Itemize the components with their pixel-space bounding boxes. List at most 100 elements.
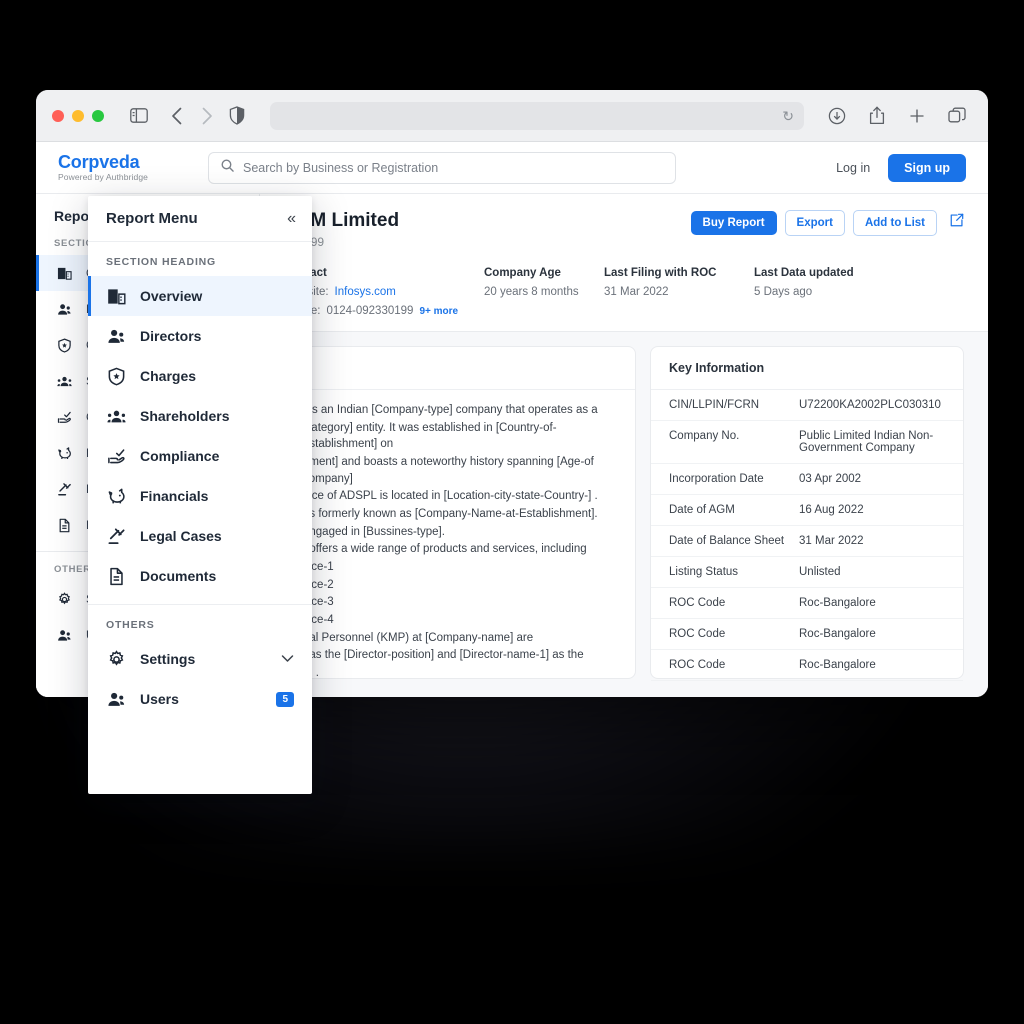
menu-item-compliance[interactable]: Compliance	[88, 436, 312, 476]
menu-item-settings[interactable]: Settings	[88, 639, 312, 679]
report-menu-section-label: SECTION HEADING	[106, 256, 217, 268]
toolbar-right-icons	[822, 101, 972, 131]
more-contacts-link[interactable]: 9+ more	[419, 306, 458, 317]
contact-phone-row: Phone: 0124-092330199 9+ more	[284, 305, 484, 317]
external-share-icon[interactable]	[949, 213, 964, 233]
description-line: Category] entity. It was established in …	[303, 421, 557, 451]
reload-icon[interactable]: ↻	[782, 109, 794, 123]
minimize-button[interactable]	[72, 109, 84, 122]
chevron-down-icon[interactable]	[281, 652, 294, 666]
tab-overview-icon[interactable]	[942, 101, 972, 131]
shield-star-icon	[106, 366, 126, 386]
hand-check-icon	[106, 446, 126, 466]
maximize-button[interactable]	[92, 109, 104, 122]
brand-tagline: Powered by Authbridge	[58, 172, 148, 183]
company-facts: Contact Website: Infosys.com Phone: 0124…	[284, 267, 964, 317]
row-value: Roc-Bangalore	[799, 659, 876, 671]
description-line: n] .	[303, 667, 319, 680]
description-line: ] as the [Director-position] and [Direct…	[303, 649, 584, 662]
new-tab-icon[interactable]	[902, 101, 932, 131]
back-icon[interactable]	[162, 101, 192, 131]
window-traffic-lights[interactable]	[52, 109, 104, 122]
header-actions: Log in Sign up	[836, 153, 966, 182]
sidebar-toggle-icon[interactable]	[124, 101, 154, 131]
forward-icon[interactable]	[192, 101, 222, 131]
menu-item-charges[interactable]: Charges	[88, 356, 312, 396]
collapse-menu-button[interactable]: «	[287, 210, 296, 227]
description-line: vice-2	[303, 578, 334, 591]
phone-value: 0124-092330199	[326, 305, 414, 317]
fact-value: 5 Days ago	[754, 286, 813, 298]
fact-label: Company Age	[484, 267, 561, 279]
logo[interactable]: Corpveda Powered by Authbridge	[58, 152, 208, 183]
fact-value: 31 Mar 2022	[604, 286, 669, 298]
document-icon	[106, 566, 126, 586]
menu-item-overview[interactable]: Overview	[88, 276, 312, 316]
search-input[interactable]: Search by Business or Registration	[208, 151, 676, 184]
table-row: ROC Code Roc-Bangalore	[651, 619, 963, 650]
company-summary-card: BPM Limited 787899 Buy Report Export Add…	[260, 194, 988, 332]
building-icon	[106, 286, 126, 306]
menu-item-documents[interactable]: Documents	[88, 556, 312, 596]
download-icon[interactable]	[822, 101, 852, 131]
fact-label: Last Data updated	[754, 267, 854, 279]
table-row: Date of AGM 16 Aug 2022	[651, 495, 963, 526]
shield-star-icon	[54, 335, 74, 355]
report-menu-popover: Report Menu « SECTION HEADING Overview D…	[88, 196, 312, 794]
row-key: Date of Balance Sheet	[669, 535, 785, 547]
row-key: CIN/LLPIN/FCRN	[669, 399, 760, 411]
login-link[interactable]: Log in	[836, 161, 870, 175]
description-line: ffice of ADSPL is located in [Location-c…	[303, 490, 598, 503]
screenshot-stage: ↻ Corpveda Powered by Authbridge Search …	[0, 0, 1024, 1024]
description-line: engaged in [Bussines-type].	[303, 525, 445, 538]
key-information-title: Key Information	[651, 347, 963, 390]
menu-item-label: Users	[140, 691, 179, 707]
document-icon	[54, 515, 74, 535]
content-area: ] is an Indian [Company-type] company th…	[260, 332, 988, 697]
description-line: as formerly known as [Company-Name-at-Es…	[303, 508, 598, 521]
fact-label: Last Filing with ROC	[604, 267, 717, 279]
row-value: 03 Apr 2002	[799, 473, 862, 485]
users-icon	[54, 625, 74, 645]
menu-item-shareholders[interactable]: Shareholders	[88, 396, 312, 436]
table-row: CIN/LLPIN/FCRN U72200KA2002PLC030310	[651, 390, 963, 421]
company-action-buttons: Buy Report Export Add to List	[690, 210, 964, 236]
description-line: hment] and boasts a noteworthy history s…	[303, 456, 594, 485]
description-text: ] is an Indian [Company-type] company th…	[285, 390, 635, 695]
add-to-list-button[interactable]: Add to List	[852, 210, 937, 236]
search-icon	[221, 159, 234, 177]
description-line: ] is an Indian [Company-type] company th…	[303, 404, 598, 416]
close-button[interactable]	[52, 109, 64, 122]
menu-item-directors[interactable]: Directors	[88, 316, 312, 356]
menu-item-users[interactable]: Users 5	[88, 679, 312, 719]
gear-icon	[106, 649, 126, 669]
app-header: Corpveda Powered by Authbridge Search by…	[36, 142, 988, 194]
menu-item-label: Legal Cases	[140, 528, 222, 544]
fact-last-filing: Last Filing with ROC 31 Mar 2022	[604, 267, 754, 317]
share-icon[interactable]	[862, 101, 892, 131]
export-button[interactable]: Export	[784, 210, 845, 236]
table-row: Date of Balance Sheet 31 Mar 2022	[651, 526, 963, 557]
row-value: Unlisted	[799, 566, 841, 578]
table-row: Incorporation Date 03 Apr 2002	[651, 464, 963, 495]
fact-label: Contact	[284, 267, 484, 279]
row-value: Public Limited Indian Non-Government Com…	[799, 430, 934, 454]
menu-item-legal-cases[interactable]: Legal Cases	[88, 516, 312, 556]
users-icon	[106, 689, 126, 709]
signup-button[interactable]: Sign up	[888, 153, 966, 182]
menu-item-financials[interactable]: Financials	[88, 476, 312, 516]
website-link[interactable]: Infosys.com	[335, 286, 396, 298]
buy-report-button[interactable]: Buy Report	[690, 211, 777, 235]
url-bar[interactable]: ↻	[270, 101, 804, 130]
contact-website-row: Website: Infosys.com	[284, 286, 484, 298]
table-row: ROC Code Roc-Bangalore	[651, 588, 963, 619]
row-value: Roc-Bangalore	[799, 628, 876, 640]
description-line: ] offers a wide range of products and se…	[303, 543, 587, 556]
shield-icon[interactable]	[222, 101, 252, 131]
row-value: 31 Mar 2022	[799, 535, 864, 547]
building-icon	[54, 263, 74, 283]
main-content: BPM Limited 787899 Buy Report Export Add…	[260, 194, 988, 697]
gavel-icon	[106, 526, 126, 546]
row-key: ROC Code	[669, 597, 726, 609]
menu-item-label: Directors	[140, 328, 202, 344]
